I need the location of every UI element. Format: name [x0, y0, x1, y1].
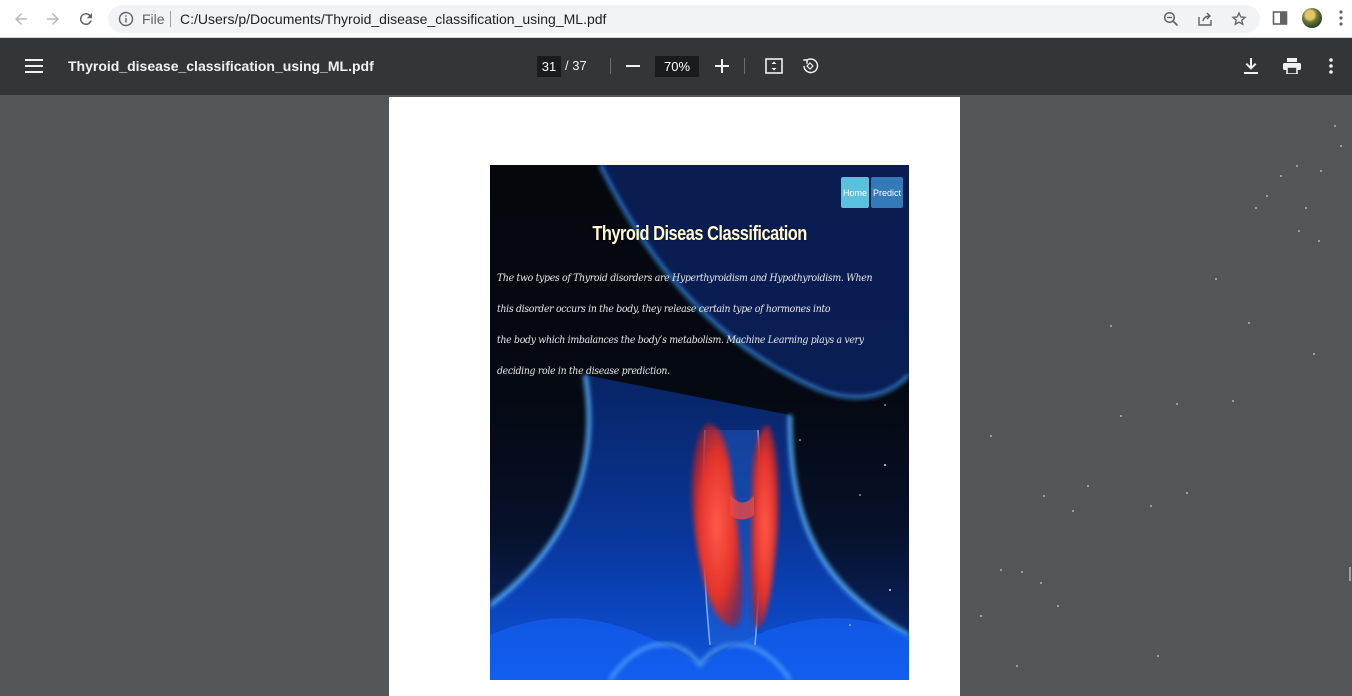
- menu-dots-icon[interactable]: [1336, 8, 1346, 28]
- pdf-toolbar: Thyroid_disease_classification_using_ML.…: [0, 38, 1352, 95]
- url-text[interactable]: C:/Users/p/Documents/Thyroid_disease_cla…: [180, 11, 606, 27]
- profile-avatar[interactable]: [1302, 8, 1322, 28]
- thyroid-webapp-screenshot: Home Predict Thyroid Diseas Classificati…: [490, 165, 909, 680]
- omnibox[interactable]: File C:/Users/p/Documents/Thyroid_diseas…: [108, 5, 1260, 33]
- reload-icon[interactable]: [74, 7, 98, 31]
- document-title: Thyroid_disease_classification_using_ML.…: [68, 58, 374, 74]
- webapp-description: The two types of Thyroid disorders are H…: [497, 263, 905, 387]
- back-icon[interactable]: [9, 7, 33, 31]
- scrollbar-marker[interactable]: [1349, 567, 1351, 581]
- description-line: The two types of Thyroid disorders are H…: [497, 272, 873, 284]
- description-line: this disorder occurs in the body, they r…: [497, 303, 831, 315]
- description-line: deciding role in the disease prediction.: [497, 365, 670, 377]
- nav-predict-button: Predict: [871, 177, 903, 208]
- page-total: / 37: [565, 58, 587, 73]
- scheme-label: File: [142, 11, 165, 27]
- zoom-in-icon[interactable]: [712, 56, 732, 76]
- page-number-input[interactable]: 31: [537, 56, 561, 77]
- info-icon[interactable]: [118, 11, 134, 27]
- nav-home-button: Home: [841, 177, 869, 208]
- toolbar-divider: [610, 58, 611, 74]
- zoom-out-icon[interactable]: [624, 56, 642, 76]
- star-icon[interactable]: [1230, 10, 1248, 28]
- omnibox-actions: [1162, 10, 1248, 28]
- download-icon[interactable]: [1241, 56, 1261, 76]
- share-icon[interactable]: [1196, 10, 1214, 28]
- hamburger-icon[interactable]: [24, 56, 44, 76]
- pdf-page: Home Predict Thyroid Diseas Classificati…: [389, 97, 960, 696]
- rotate-icon[interactable]: [800, 56, 820, 76]
- pdf-viewer-area[interactable]: Home Predict Thyroid Diseas Classificati…: [0, 95, 1352, 696]
- side-panel-icon[interactable]: [1271, 8, 1289, 28]
- more-icon[interactable]: [1326, 56, 1336, 76]
- zoom-input[interactable]: 70%: [655, 56, 699, 77]
- omnibox-divider: [170, 11, 171, 27]
- browser-address-bar: File C:/Users/p/Documents/Thyroid_diseas…: [0, 0, 1352, 38]
- fit-page-icon[interactable]: [764, 56, 784, 76]
- toolbar-divider: [744, 58, 745, 74]
- description-line: the body which imbalances the body’s met…: [497, 334, 864, 346]
- webapp-heading: Thyroid Diseas Classification: [592, 223, 807, 245]
- zoom-icon[interactable]: [1162, 10, 1180, 28]
- forward-icon[interactable]: [41, 7, 65, 31]
- print-icon[interactable]: [1281, 56, 1303, 76]
